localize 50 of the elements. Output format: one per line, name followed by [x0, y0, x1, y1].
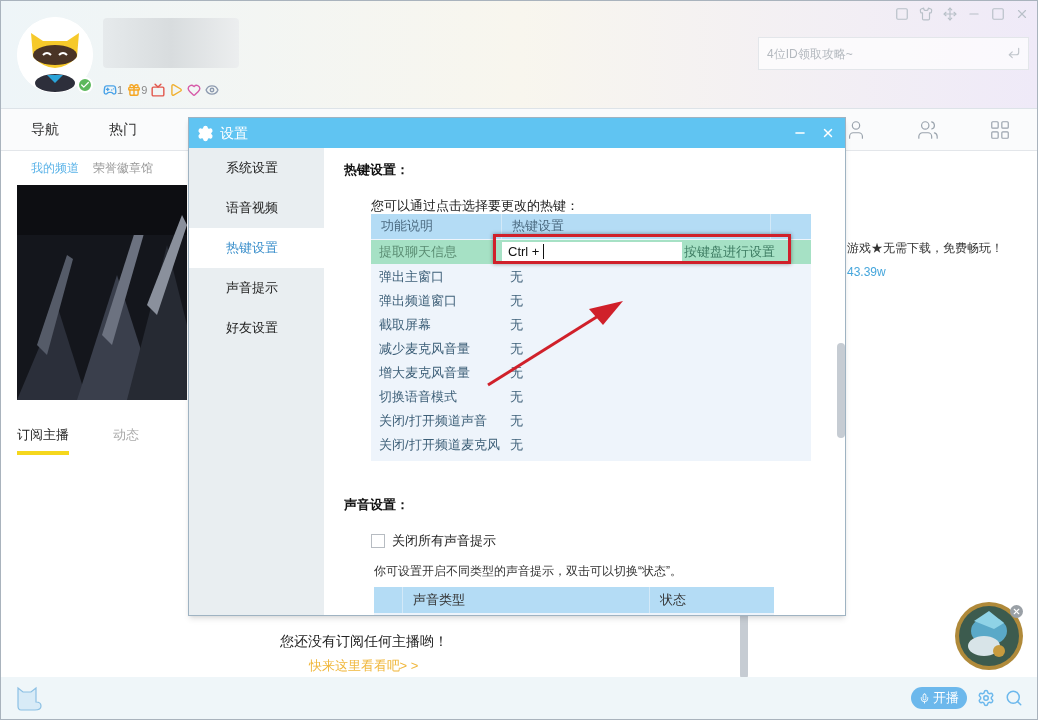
table-cell-text: 弹出主窗口 — [378, 267, 445, 286]
section-heading: 声音设置： — [344, 495, 410, 514]
table-cell-text: 切换语音模式 — [378, 387, 458, 406]
sidebar-item[interactable]: 热键设置 — [189, 228, 324, 268]
hotkey-row[interactable]: 弹出主窗口 无 — [371, 264, 811, 289]
table-cell-text: 弹出频道窗口 — [378, 291, 458, 310]
nav-tab[interactable]: 导航 — [31, 119, 59, 140]
badge-count: 1 — [117, 83, 124, 98]
hotkey-row[interactable]: 关闭/打开频道声音 无 — [371, 408, 811, 433]
badge-count: 9 — [141, 83, 148, 98]
table-cell-text: 无 — [509, 411, 523, 430]
sidebar-item[interactable]: 系统设置 — [189, 148, 324, 188]
promo-title[interactable]: 游戏★无需下载，免费畅玩！ — [847, 239, 1037, 257]
table-cell-text: 减少麦克风音量 — [378, 339, 471, 358]
table-cell-text: 无 — [509, 291, 523, 310]
table-cell-text: 关闭/打开频道声音 — [378, 411, 488, 430]
search-field[interactable]: 4位ID领取攻略~ — [758, 37, 1029, 70]
hotkey-row[interactable]: 切换语音模式 无 — [371, 384, 811, 409]
checkbox-label[interactable]: 关闭所有声音提示 — [392, 531, 496, 551]
table-cell-text: 无 — [509, 435, 523, 454]
hotkey-field[interactable]: Ctrl + — [502, 241, 682, 262]
column-header: 声音类型 — [403, 586, 650, 613]
table-cell-text: 无 — [509, 339, 523, 358]
table-cell-text: 增大麦克风音量 — [378, 363, 471, 382]
sidebar-item[interactable]: 语音视频 — [189, 188, 324, 228]
table-cell-text: 截取屏幕 — [378, 315, 432, 334]
table-cell-text: 无 — [509, 267, 523, 286]
sidebar-item[interactable]: 声音提示 — [189, 268, 324, 308]
feed-tab[interactable]: 订阅主播 — [17, 425, 69, 455]
nav-tab[interactable]: 热门 — [109, 119, 137, 140]
column-header: 功能说明 — [371, 213, 502, 239]
table-cell-text: 关闭/打开频道麦克风 — [378, 435, 501, 454]
section-heading: 热键设置： — [344, 161, 410, 179]
hotkey-row[interactable]: 弹出频道窗口 无 — [371, 288, 811, 313]
hotkey-row[interactable]: 提取聊天信息 Ctrl + 按键盘进行设置 — [371, 239, 811, 264]
hotkey-row[interactable]: 减少麦克风音量 无 — [371, 336, 811, 361]
sound-hint: 你可设置开启不同类型的声音提示，双击可以切换“状态”。 — [374, 562, 683, 580]
empty-message: 您还没有订阅任何主播哟！ — [279, 631, 448, 651]
table-cell-text: 提取聊天信息 — [378, 242, 458, 261]
dialog-title: 设置 — [220, 123, 248, 143]
table-cell-text: 无 — [509, 387, 523, 406]
hotkey-hint: 您可以通过点击选择要更改的热键： — [371, 197, 580, 214]
column-header: 状态 — [659, 590, 686, 609]
promo-count: 43.39w — [847, 264, 887, 281]
column-header: 热键设置 — [502, 213, 771, 239]
hotkey-instruction: 按键盘进行设置 — [683, 242, 775, 261]
hotkey-row[interactable]: 关闭/打开频道麦克风 无 — [371, 432, 811, 457]
hotkey-row[interactable]: 截取屏幕 无 — [371, 312, 811, 337]
table-cell-text: 无 — [509, 315, 523, 334]
sidebar-item[interactable]: 好友设置 — [189, 308, 324, 348]
